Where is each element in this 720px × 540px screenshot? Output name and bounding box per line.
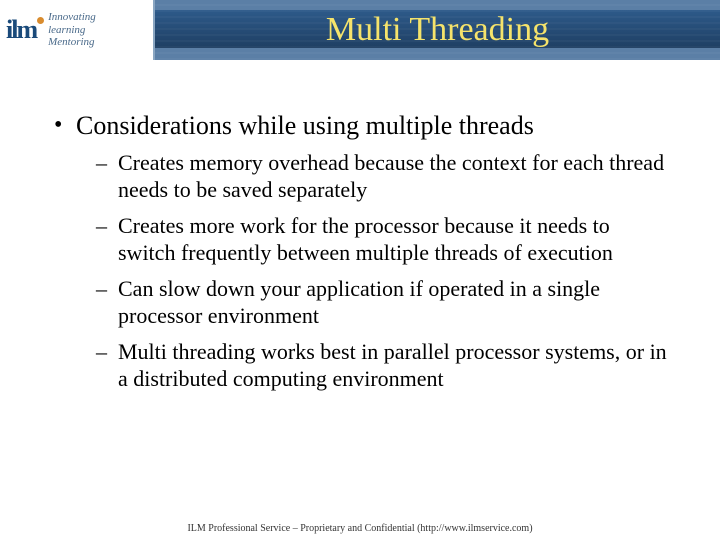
slide-header: ilm Innovating learning Mentoring Multi … bbox=[0, 0, 720, 60]
sub-bullet-item: Can slow down your application if operat… bbox=[94, 275, 672, 330]
main-bullet-item: Considerations while using multiple thre… bbox=[48, 110, 672, 393]
main-bullet-text: Considerations while using multiple thre… bbox=[76, 111, 534, 140]
logo-text-mark: ilm bbox=[6, 15, 36, 44]
sub-bullet-item: Creates more work for the processor beca… bbox=[94, 212, 672, 267]
sub-bullet-item: Multi threading works best in parallel p… bbox=[94, 338, 672, 393]
logo-tagline: Innovating learning Mentoring bbox=[48, 11, 96, 49]
logo-line3: Mentoring bbox=[48, 36, 96, 49]
sub-bullet-item: Creates memory overhead because the cont… bbox=[94, 149, 672, 204]
logo-mark: ilm bbox=[6, 17, 44, 43]
logo-box: ilm Innovating learning Mentoring bbox=[0, 0, 155, 60]
logo-line1: Innovating bbox=[48, 11, 96, 24]
slide-footer: ILM Professional Service – Proprietary a… bbox=[0, 523, 720, 534]
sub-bullet-list: Creates memory overhead because the cont… bbox=[76, 149, 672, 393]
logo-dot-icon bbox=[37, 17, 44, 24]
logo-line2: learning bbox=[48, 24, 96, 37]
title-bar: Multi Threading bbox=[155, 0, 720, 60]
slide-title: Multi Threading bbox=[326, 11, 549, 49]
main-bullet-list: Considerations while using multiple thre… bbox=[48, 110, 672, 393]
slide-content: Considerations while using multiple thre… bbox=[0, 60, 720, 393]
